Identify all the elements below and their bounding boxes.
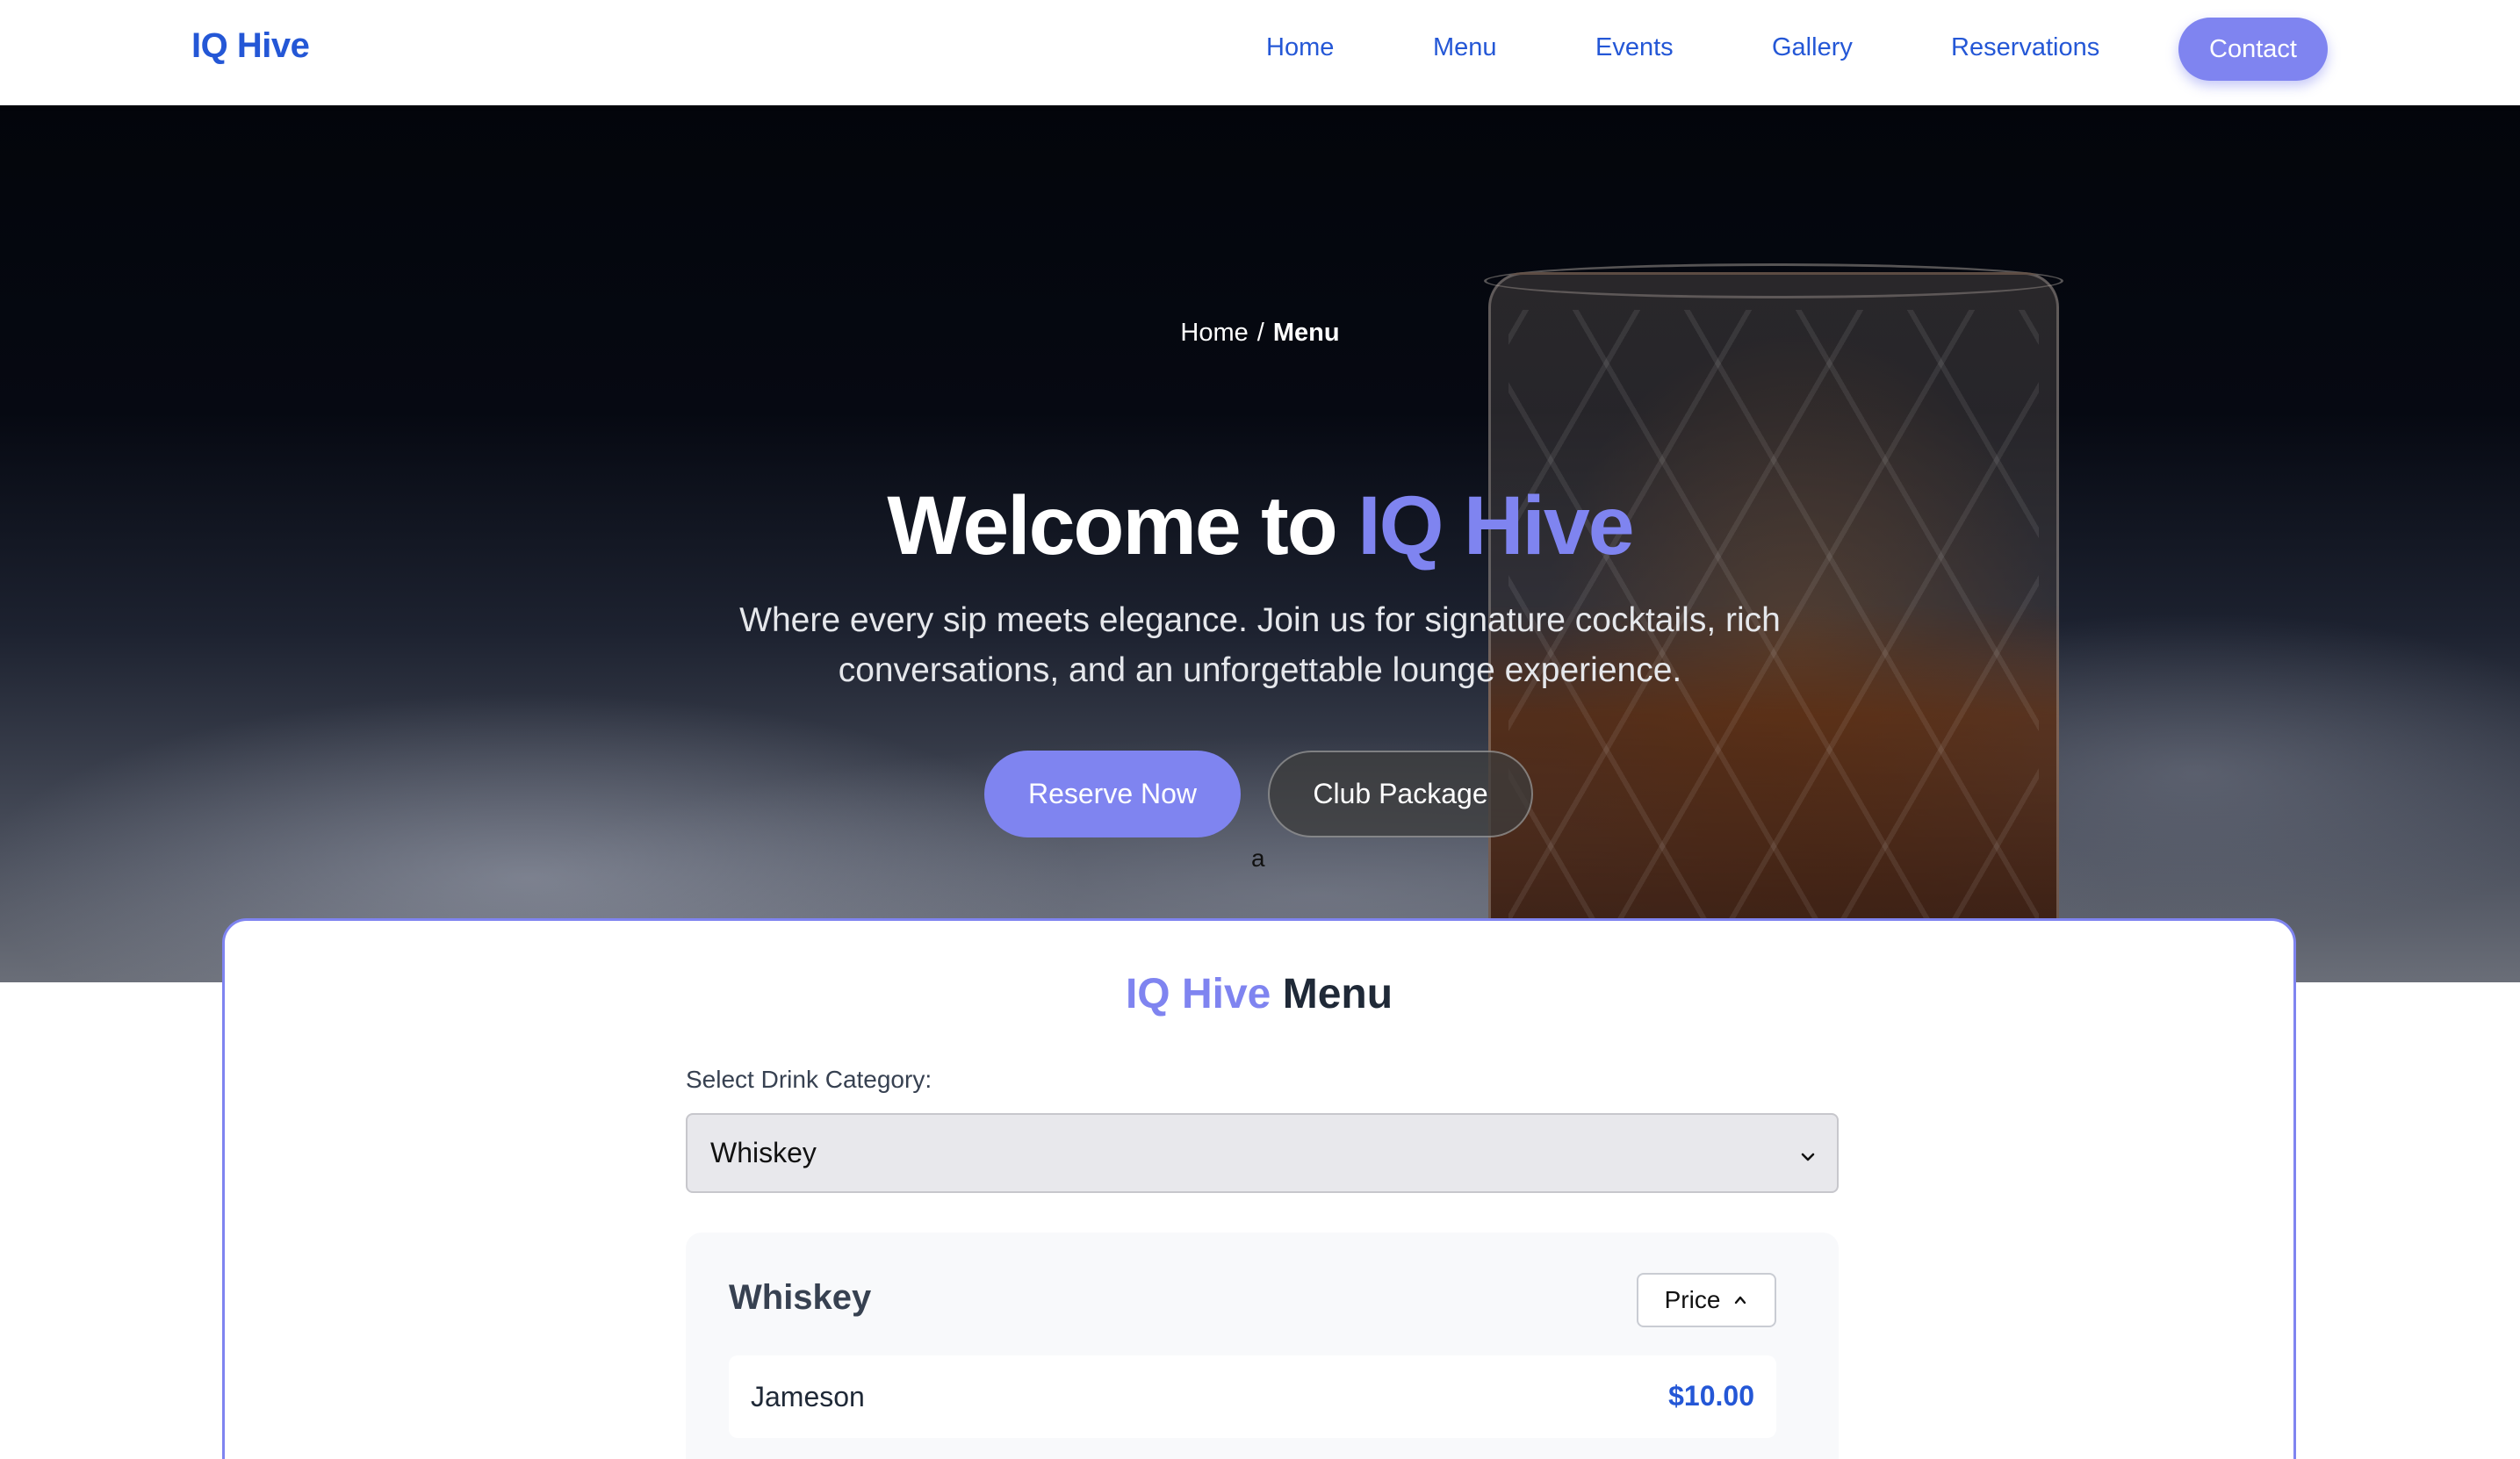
menu-title-rest: Menu [1282, 971, 1393, 1017]
category-heading: Whiskey [729, 1278, 872, 1317]
category-select-label: Select Drink Category: [686, 1066, 932, 1093]
stray-text: a [1251, 844, 1265, 872]
brand-logo[interactable]: IQ Hive [191, 26, 310, 66]
menu-card-title: IQ Hive Menu [225, 970, 2293, 1018]
reserve-now-button[interactable]: Reserve Now [984, 751, 1241, 837]
menu-title-accent: IQ Hive [1125, 971, 1271, 1017]
nav-gallery[interactable]: Gallery [1772, 33, 1853, 62]
menu-item-name: Jameson [751, 1381, 865, 1412]
hero-subtitle: Where every sip meets elegance. Join us … [739, 601, 1781, 689]
hero-title-accent: IQ Hive [1357, 479, 1634, 572]
nav-menu[interactable]: Menu [1433, 33, 1497, 62]
hero-title: Welcome to IQ Hive [0, 478, 2520, 574]
category-select[interactable]: Whiskey [686, 1113, 1839, 1193]
chevron-down-icon [1798, 1141, 1818, 1174]
category-select-value: Whiskey [710, 1137, 817, 1168]
nav-reservations[interactable]: Reservations [1951, 33, 2099, 62]
chevron-up-icon [1732, 1286, 1748, 1314]
breadcrumb-current: Menu [1272, 319, 1340, 347]
menu-item-price: $10.00 [1668, 1380, 1754, 1412]
top-navbar: IQ Hive Home Menu Events Gallery Reserva… [0, 0, 2520, 105]
sort-price-button[interactable]: Price [1637, 1273, 1776, 1327]
breadcrumb-home[interactable]: Home [1180, 319, 1248, 347]
menu-item-row[interactable]: Jameson $10.00 [729, 1355, 1776, 1438]
sort-price-label: Price [1664, 1286, 1721, 1313]
contact-button[interactable]: Contact [2178, 18, 2328, 81]
nav-events[interactable]: Events [1595, 33, 1674, 62]
menu-card: IQ Hive Menu Select Drink Category: Whis… [222, 918, 2296, 1459]
category-panel: Whiskey Price Jameson $10.00 [686, 1233, 1839, 1459]
breadcrumb: Home / Menu [0, 319, 2520, 348]
hero-section: Home / Menu Welcome to IQ Hive Where every… [0, 105, 2520, 982]
hero-title-prefix: Welcome to [887, 479, 1337, 572]
nav-home[interactable]: Home [1266, 33, 1334, 62]
breadcrumb-separator: / [1256, 319, 1264, 347]
club-package-button[interactable]: Club Package [1268, 751, 1533, 837]
